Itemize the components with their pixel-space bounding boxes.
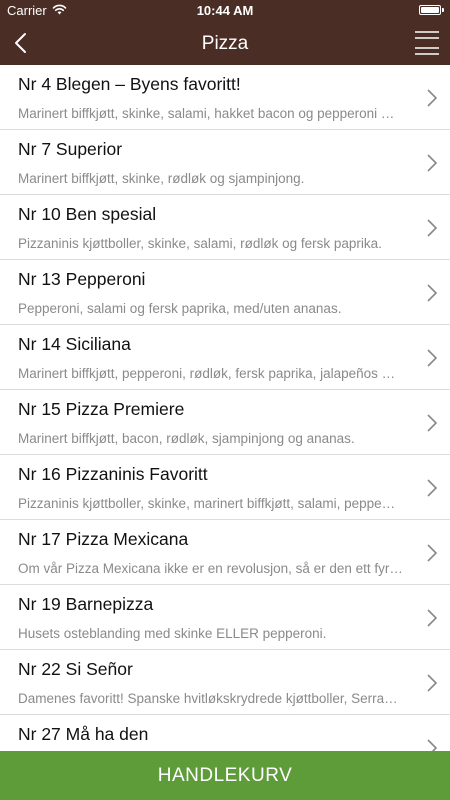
- list-item[interactable]: Nr 16 Pizzaninis Favoritt Pizzaninis kjø…: [0, 455, 450, 520]
- chevron-right-icon: [427, 479, 438, 497]
- chevron-right-icon: [427, 219, 438, 237]
- chevron-right-icon: [427, 609, 438, 627]
- list-item[interactable]: Nr 27 Må ha den: [0, 715, 450, 751]
- hamburger-menu-icon: [415, 31, 439, 55]
- battery-tip: [442, 8, 444, 12]
- list-item[interactable]: Nr 14 Siciliana Marinert biffkjøtt, pepp…: [0, 325, 450, 390]
- item-title: Nr 22 Si Señor: [18, 659, 133, 679]
- page-title: Pizza: [201, 33, 249, 54]
- item-title: Nr 19 Barnepizza: [18, 594, 154, 614]
- item-description: Pizzaninis kjøttboller, skinke, marinert…: [18, 496, 396, 511]
- chevron-right-icon: [427, 284, 438, 302]
- item-description: Marinert biffkjøtt, skinke, salami, hakk…: [18, 106, 395, 121]
- item-description: Husets osteblanding med skinke ELLER pep…: [18, 626, 327, 641]
- item-title: Nr 16 Pizzaninis Favoritt: [18, 464, 208, 484]
- list-item[interactable]: Nr 15 Pizza Premiere Marinert biffkjøtt,…: [0, 390, 450, 455]
- chevron-right-icon: [427, 674, 438, 692]
- list-item[interactable]: Nr 13 Pepperoni Pepperoni, salami og fer…: [0, 260, 450, 325]
- item-description: Marinert biffkjøtt, skinke, rødløk og sj…: [18, 171, 305, 186]
- list-item[interactable]: Nr 17 Pizza Mexicana Om vår Pizza Mexica…: [0, 520, 450, 585]
- chevron-right-icon: [427, 89, 438, 107]
- chevron-right-icon: [427, 154, 438, 172]
- list-item[interactable]: Nr 4 Blegen – Byens favoritt! Marinert b…: [0, 65, 450, 130]
- item-title: Nr 7 Superior: [18, 139, 123, 159]
- nav-bar: Pizza: [0, 22, 450, 65]
- list-item[interactable]: Nr 7 Superior Marinert biffkjøtt, skinke…: [0, 130, 450, 195]
- status-bar: Carrier 10:44 AM: [0, 0, 450, 22]
- list-item[interactable]: Nr 22 Si Señor Damenes favoritt! Spanske…: [0, 650, 450, 715]
- list-item[interactable]: Nr 10 Ben spesial Pizzaninis kjøttboller…: [0, 195, 450, 260]
- item-title: Nr 14 Siciliana: [18, 334, 131, 354]
- screen: Carrier 10:44 AM Pizza Nr 4 Blegen – Bye…: [0, 0, 450, 800]
- item-title: Nr 27 Må ha den: [18, 724, 149, 744]
- item-title: Nr 17 Pizza Mexicana: [18, 529, 189, 549]
- item-description: Marinert biffkjøtt, pepperoni, rødløk, f…: [18, 366, 396, 381]
- item-title: Nr 10 Ben spesial: [18, 204, 157, 224]
- item-description: Marinert biffkjøtt, bacon, rødløk, sjamp…: [18, 431, 355, 446]
- menu-button[interactable]: [414, 29, 440, 57]
- chevron-right-icon: [427, 349, 438, 367]
- item-description: Pizzaninis kjøttboller, skinke, salami, …: [18, 236, 382, 251]
- item-description: Damenes favoritt! Spanske hvitløkskrydre…: [18, 691, 398, 706]
- list-item[interactable]: Nr 19 Barnepizza Husets osteblanding med…: [0, 585, 450, 650]
- status-time: 10:44 AM: [196, 3, 254, 18]
- item-title: Nr 13 Pepperoni: [18, 269, 146, 289]
- battery-level: [421, 7, 439, 13]
- chevron-right-icon: [427, 739, 438, 751]
- cart-button[interactable]: HANDLEKURV: [0, 751, 450, 800]
- chevron-right-icon: [427, 414, 438, 432]
- top-bar: Carrier 10:44 AM Pizza: [0, 0, 450, 65]
- item-title: Nr 4 Blegen – Byens favoritt!: [18, 74, 241, 94]
- chevron-left-icon: [15, 33, 26, 53]
- chevron-right-icon: [427, 544, 438, 562]
- item-description: Pepperoni, salami og fersk paprika, med/…: [18, 301, 342, 316]
- pizza-list: Nr 4 Blegen – Byens favoritt! Marinert b…: [0, 65, 450, 751]
- item-description: Om vår Pizza Mexicana ikke er en revolus…: [18, 561, 403, 576]
- battery-icon: [419, 5, 441, 15]
- item-title: Nr 15 Pizza Premiere: [18, 399, 185, 419]
- back-button[interactable]: [8, 28, 38, 58]
